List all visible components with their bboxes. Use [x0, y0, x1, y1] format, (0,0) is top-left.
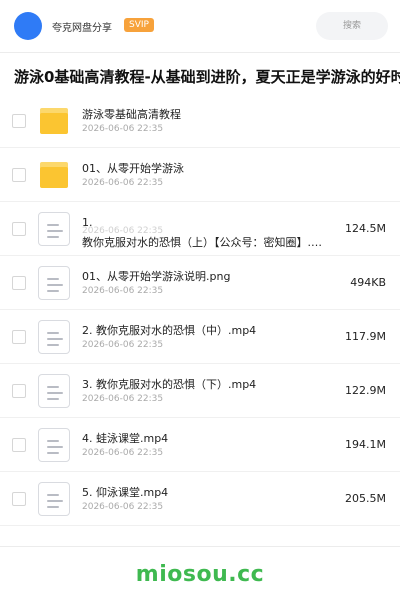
list-item[interactable]: 4. 蛙泳课堂.mp4 2026-06-06 22:35 194.1M	[0, 418, 400, 472]
item-date: 2026-06-06 22:35	[82, 394, 164, 404]
item-name: 01、从零开始学游泳说明.png	[82, 270, 231, 283]
item-size: 205.5M	[345, 492, 386, 505]
item-name: 3. 教你克服对水的恐惧（下）.mp4	[82, 378, 257, 391]
list-item[interactable]: 01、从零开始学游泳 2026-06-06 22:35	[0, 148, 400, 202]
watermark: miosou.cc	[135, 562, 265, 587]
list-item[interactable]: 3. 教你克服对水的恐惧（下）.mp4 2026-06-06 22:35 122…	[0, 364, 400, 418]
list-item[interactable]: 2. 教你克服对水的恐惧（中）.mp4 2026-06-06 22:35 117…	[0, 310, 400, 364]
checkbox[interactable]	[12, 492, 26, 506]
checkbox[interactable]	[12, 384, 26, 398]
item-name: 2. 教你克服对水的恐惧（中）.mp4	[82, 324, 257, 337]
item-date: 2026-06-06 22:35	[82, 286, 164, 296]
item-date: 2026-06-06 22:35	[82, 340, 164, 350]
item-name: 5. 仰泳课堂.mp4	[82, 486, 169, 499]
avatar[interactable]	[14, 12, 42, 40]
checkbox[interactable]	[12, 330, 26, 344]
checkbox[interactable]	[12, 168, 26, 182]
list-item[interactable]: 游泳零基础高清教程 2026-06-06 22:35	[0, 94, 400, 148]
file-icon	[38, 428, 70, 462]
svip-badge: SVIP	[124, 18, 154, 32]
item-size: 194.1M	[345, 438, 386, 451]
item-name: 教你克服对水的恐惧（上）【公众号：密知圈】.mp4	[82, 236, 332, 249]
item-name: 4. 蛙泳课堂.mp4	[82, 432, 169, 445]
file-icon	[38, 482, 70, 516]
checkbox[interactable]	[12, 438, 26, 452]
checkbox[interactable]	[12, 276, 26, 290]
file-icon	[38, 374, 70, 408]
header-divider	[0, 52, 400, 53]
item-name: 游泳零基础高清教程	[82, 108, 181, 121]
item-size: 122.9M	[345, 384, 386, 397]
folder-icon	[40, 162, 68, 188]
item-size: 117.9M	[345, 330, 386, 343]
search-input[interactable]: 搜索	[316, 12, 388, 40]
folder-icon	[40, 108, 68, 134]
item-size: 494KB	[350, 276, 386, 289]
item-name: 01、从零开始学游泳	[82, 162, 184, 175]
checkbox[interactable]	[12, 222, 26, 236]
item-date: 2026-06-06 22:35	[82, 124, 164, 134]
footer-divider	[0, 546, 400, 547]
list-item[interactable]: 01、从零开始学游泳说明.png 2026-06-06 22:35 494KB	[0, 256, 400, 310]
file-icon	[38, 266, 70, 300]
top-bar: 夸克网盘分享 SVIP 搜索	[0, 0, 400, 52]
file-icon	[38, 212, 70, 246]
app-name: 夸克网盘分享	[52, 23, 112, 34]
list-item[interactable]: 1. 2026-06-06 22:35 教你克服对水的恐惧（上）【公众号：密知圈…	[0, 202, 400, 256]
item-date: 2026-06-06 22:35	[82, 448, 164, 458]
file-list: 游泳零基础高清教程 2026-06-06 22:35 01、从零开始学游泳 20…	[0, 94, 400, 526]
item-size: 124.5M	[345, 222, 386, 235]
item-date: 2026-06-06 22:35	[82, 178, 164, 188]
file-icon	[38, 320, 70, 354]
share-title: 游泳0基础高清教程-从基础到进阶，夏天正是学游泳的好时候	[14, 68, 400, 86]
checkbox[interactable]	[12, 114, 26, 128]
list-item[interactable]: 5. 仰泳课堂.mp4 2026-06-06 22:35 205.5M	[0, 472, 400, 526]
item-date: 2026-06-06 22:35	[82, 502, 164, 512]
